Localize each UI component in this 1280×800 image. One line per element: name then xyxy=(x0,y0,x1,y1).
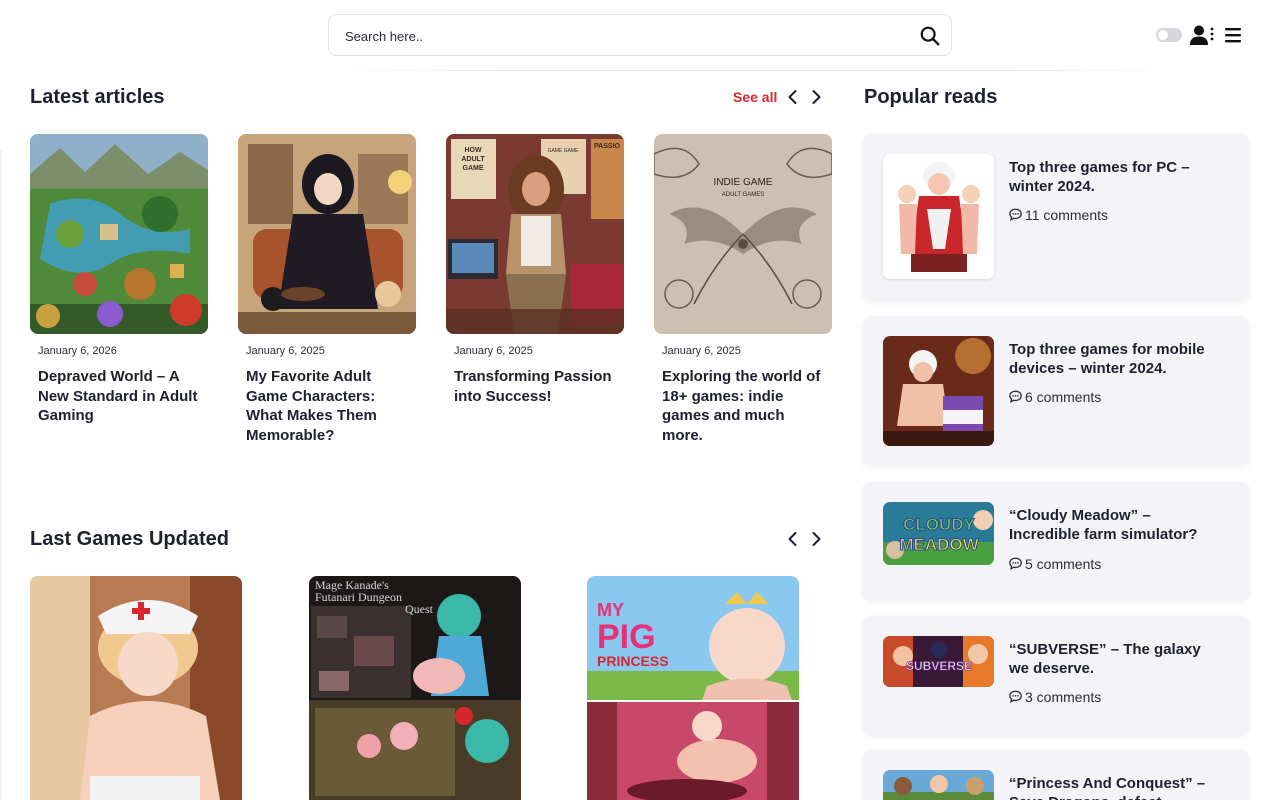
article-title[interactable]: Depraved World – A New Standard in Adult… xyxy=(38,367,200,426)
svg-text:MEADOW: MEADOW xyxy=(899,535,979,554)
cloudy-meadow-thumbnail-image: CLOUDY MEADOW xyxy=(883,502,994,565)
user-icon[interactable] xyxy=(1189,24,1215,46)
svg-text:INDIE GAME: INDIE GAME xyxy=(714,177,773,188)
game-card-nurse[interactable] xyxy=(30,576,242,800)
comment-count-text: 5 comments xyxy=(1025,556,1102,572)
nurse-cover-image xyxy=(30,576,242,800)
article-date: January 6, 2025 xyxy=(662,345,741,357)
svg-text:PASSIO: PASSIO xyxy=(594,143,620,150)
last-games-title: Last Games Updated xyxy=(30,528,229,550)
svg-text:MY: MY xyxy=(597,600,624,620)
article-card[interactable]: HOW ADULT GAME GAME GAME PASSIO January … xyxy=(446,134,624,406)
article-thumbnail[interactable]: HOW ADULT GAME GAME GAME PASSIO xyxy=(446,134,624,334)
christmas-thumbnail-image xyxy=(883,336,994,446)
popular-item[interactable]: Top three games for PC – winter 2024. 11… xyxy=(863,134,1249,300)
fantasy-map-image xyxy=(30,134,208,334)
svg-text:PIG: PIG xyxy=(597,618,656,656)
comment-icon xyxy=(1009,390,1022,404)
subverse-thumbnail-image: SUBVERSE xyxy=(883,636,994,687)
article-thumbnail[interactable] xyxy=(30,134,208,334)
svg-text:GAME: GAME xyxy=(463,165,484,172)
comment-count-text: 6 comments xyxy=(1025,389,1102,405)
article-title[interactable]: Exploring the world of 18+ games: indie … xyxy=(662,367,824,445)
popular-thumbnail[interactable]: SUBVERSE xyxy=(883,636,994,687)
search-icon[interactable] xyxy=(919,25,941,47)
svg-text:ADULT GAMES: ADULT GAMES xyxy=(722,192,764,198)
santa-thumbnail-image xyxy=(883,154,994,279)
menu-icon[interactable] xyxy=(1224,26,1242,44)
chevron-right-icon[interactable] xyxy=(808,89,824,105)
svg-text:PRINCESS: PRINCESS xyxy=(597,653,669,669)
svg-text:Futanari Dungeon: Futanari Dungeon xyxy=(315,590,402,604)
popular-item[interactable]: CLOUDY MEADOW “Cloudy Meadow” – Incredib… xyxy=(863,482,1249,600)
popular-thumbnail[interactable] xyxy=(883,770,994,800)
comment-icon xyxy=(1009,557,1022,571)
developer-poster-image: HOW ADULT GAME GAME GAME PASSIO xyxy=(446,134,624,334)
indie-games-ornament-image: INDIE GAME ADULT GAMES xyxy=(654,134,832,334)
princess-conquest-thumbnail-image xyxy=(883,770,994,800)
svg-text:CLOUDY: CLOUDY xyxy=(903,515,975,534)
mage-kanade-cover-image: Mage Kanade's Futanari Dungeon Quest xyxy=(309,576,521,800)
chevron-left-icon[interactable] xyxy=(785,531,801,547)
svg-text:ADULT: ADULT xyxy=(461,156,485,163)
popular-title[interactable]: “Cloudy Meadow” – Incredible farm simula… xyxy=(1009,506,1224,544)
popular-reads-title: Popular reads xyxy=(864,86,998,108)
theme-toggle[interactable] xyxy=(1156,28,1182,42)
article-title[interactable]: Transforming Passion into Success! xyxy=(454,367,616,406)
svg-text:Quest: Quest xyxy=(405,602,434,616)
article-date: January 6, 2026 xyxy=(38,345,117,357)
article-title[interactable]: My Favorite Adult Game Characters: What … xyxy=(246,367,408,445)
game-card-mage-kanade[interactable]: Mage Kanade's Futanari Dungeon Quest xyxy=(309,576,521,800)
comment-count-text: 3 comments xyxy=(1025,689,1102,705)
popular-item[interactable]: SUBVERSE “SUBVERSE” – The galaxy we dese… xyxy=(863,616,1249,734)
header-divider xyxy=(340,70,1170,71)
comment-count: 5 comments xyxy=(1009,556,1101,572)
comment-count: 3 comments xyxy=(1009,689,1101,705)
game-card-my-pig-princess[interactable]: MY PIG PRINCESS xyxy=(587,576,799,800)
article-thumbnail[interactable] xyxy=(238,134,416,334)
svg-text:GAME GAME: GAME GAME xyxy=(548,148,580,154)
article-card[interactable]: INDIE GAME ADULT GAMES January 6, 2025 E… xyxy=(654,134,832,445)
comment-count-text: 11 comments xyxy=(1025,207,1108,223)
top-bar xyxy=(0,0,1280,72)
page-edge xyxy=(0,150,2,800)
comment-count: 6 comments xyxy=(1009,389,1101,405)
popular-title[interactable]: “Princess And Conquest” – Save Dragons, … xyxy=(1009,774,1224,800)
comment-count: 11 comments xyxy=(1009,207,1108,223)
popular-thumbnail[interactable] xyxy=(883,336,994,446)
popular-title[interactable]: “SUBVERSE” – The galaxy we deserve. xyxy=(1009,640,1224,678)
my-pig-princess-cover-image: MY PIG PRINCESS xyxy=(587,576,799,800)
chevron-left-icon[interactable] xyxy=(785,89,801,105)
search-bar[interactable] xyxy=(328,14,952,56)
article-card[interactable]: January 6, 2025 My Favorite Adult Game C… xyxy=(238,134,416,445)
comment-icon xyxy=(1009,208,1022,222)
article-date: January 6, 2025 xyxy=(454,345,533,357)
popular-thumbnail[interactable] xyxy=(883,154,994,279)
search-input[interactable] xyxy=(345,25,905,47)
popular-title[interactable]: Top three games for PC – winter 2024. xyxy=(1009,158,1224,196)
svg-text:SUBVERSE: SUBVERSE xyxy=(906,659,972,673)
svg-text:HOW: HOW xyxy=(464,147,482,154)
popular-thumbnail[interactable]: CLOUDY MEADOW xyxy=(883,502,994,565)
comment-icon xyxy=(1009,690,1022,704)
chevron-right-icon[interactable] xyxy=(808,531,824,547)
article-date: January 6, 2025 xyxy=(246,345,325,357)
gothic-character-image xyxy=(238,134,416,334)
popular-item[interactable]: Top three games for mobile devices – win… xyxy=(863,316,1249,466)
popular-title[interactable]: Top three games for mobile devices – win… xyxy=(1009,340,1224,378)
popular-item[interactable]: “Princess And Conquest” – Save Dragons, … xyxy=(863,750,1249,800)
see-all-link[interactable]: See all xyxy=(733,89,777,105)
article-card[interactable]: January 6, 2026 Depraved World – A New S… xyxy=(30,134,208,426)
article-thumbnail[interactable]: INDIE GAME ADULT GAMES xyxy=(654,134,832,334)
latest-articles-title: Latest articles xyxy=(30,86,165,108)
